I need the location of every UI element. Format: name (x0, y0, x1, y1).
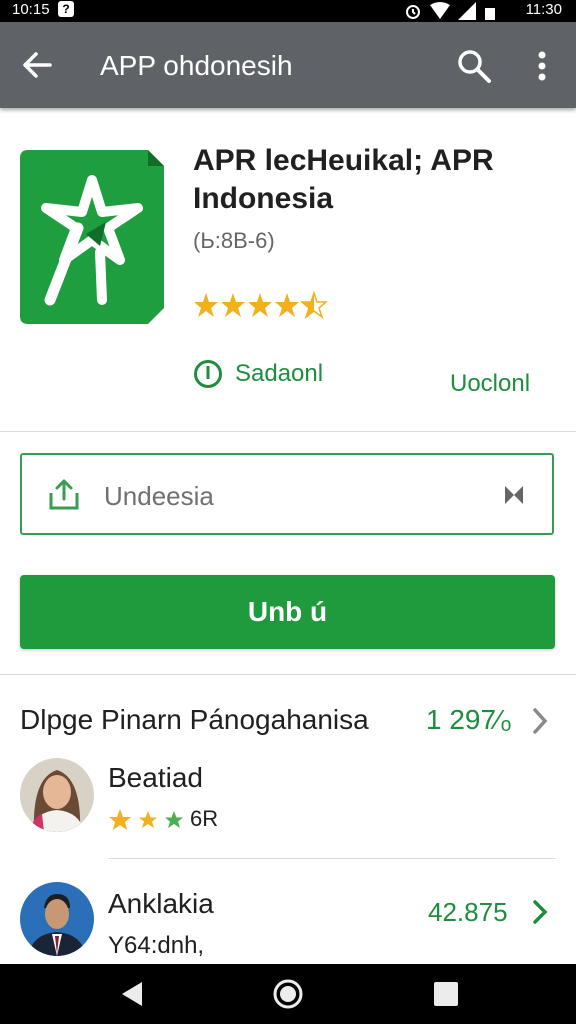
home-nav-icon[interactable] (272, 978, 304, 1010)
reviewer-meta: 6R (190, 806, 219, 831)
install-info: Sadaonl (193, 358, 323, 390)
divider (0, 431, 576, 432)
divider (108, 858, 556, 859)
divider (0, 674, 576, 675)
status-bar: 10:15 ? 11:30 (0, 0, 576, 22)
wifi-icon (430, 2, 450, 19)
alarm-icon (406, 5, 420, 19)
secondary-action-link[interactable]: Uoclonl (450, 370, 530, 398)
back-arrow-icon[interactable] (20, 48, 54, 82)
reviewer-meta: Y64:dnh, (108, 932, 205, 959)
reviewer-name: Anklakia (108, 888, 214, 919)
reviewer-rating-stars (109, 809, 183, 830)
app-title: APR lecHeuikal; APR Indonesia (193, 144, 494, 215)
battery-icon (485, 8, 495, 20)
avatar[interactable] (20, 882, 94, 956)
section-title: Dlpge Pinarn Pánogahanisa (20, 704, 369, 735)
avatar-image (30, 770, 84, 832)
status-time-left: 10:15 (12, 1, 50, 18)
avatar[interactable] (20, 758, 94, 832)
clear-icon[interactable] (502, 483, 526, 507)
install-label: Sadaonl (235, 360, 324, 387)
reviewer-name: Beаtiad (108, 762, 203, 793)
download-info-icon (194, 360, 222, 388)
notification-icon: ? (58, 1, 74, 17)
navigation-bar (0, 964, 576, 1024)
app-bar-title: APP ohdonesih (100, 50, 293, 81)
search-input[interactable]: Undeesia (20, 453, 554, 535)
rating-stars (194, 292, 327, 318)
system-icons (404, 2, 496, 20)
signal-icon (458, 2, 476, 20)
chevron-right-icon[interactable] (530, 898, 550, 926)
back-nav-icon[interactable] (116, 978, 148, 1010)
app-subtitle: (Ь:8B-6) (193, 228, 275, 253)
primary-action-button[interactable]: Unb ú (20, 575, 555, 649)
review-value: 42.875 (428, 897, 508, 927)
section-count: 1 297⁄ₒ (426, 704, 512, 735)
share-icon[interactable] (48, 477, 80, 511)
chevron-right-icon[interactable] (530, 706, 550, 736)
search-icon[interactable] (456, 48, 492, 84)
app-bar: APP ohdonesih (0, 22, 576, 108)
app-logo-icon (20, 150, 164, 324)
more-vert-icon[interactable] (530, 48, 554, 84)
recents-nav-icon[interactable] (430, 978, 462, 1010)
search-input-value: Undeesia (104, 481, 214, 511)
status-time-right: 11:30 (525, 1, 562, 18)
avatar-image (28, 894, 86, 956)
